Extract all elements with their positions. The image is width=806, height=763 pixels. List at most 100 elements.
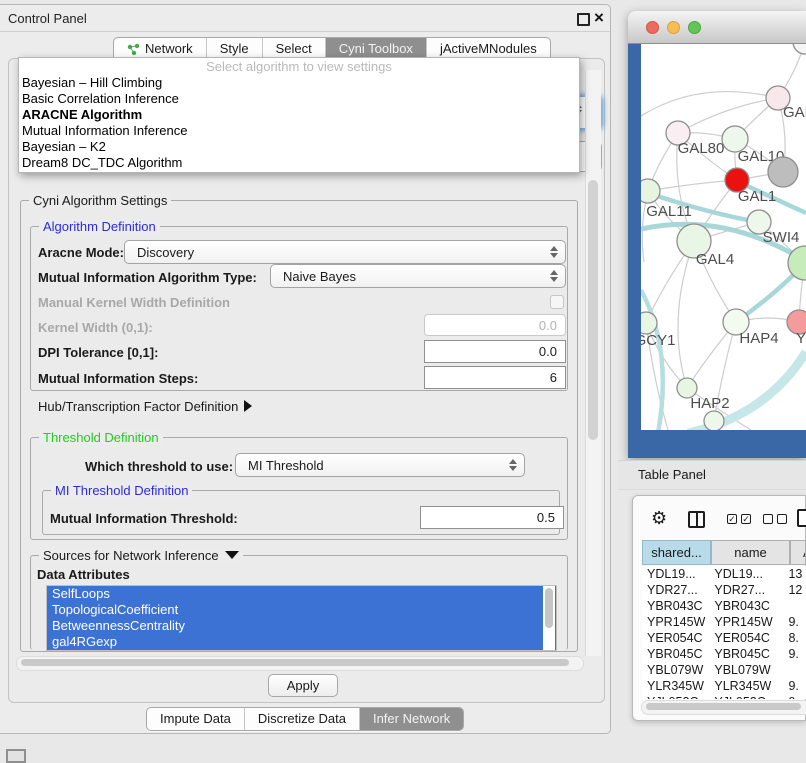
- column-header-next[interactable]: A: [790, 540, 806, 565]
- network-edge[interactable]: [641, 92, 778, 116]
- node-label: SWI4: [763, 229, 800, 246]
- table-cell: 12: [786, 582, 806, 598]
- apply-button[interactable]: Apply: [268, 674, 338, 697]
- table-cell: [786, 598, 806, 614]
- tab-infer-network[interactable]: Infer Network: [359, 708, 463, 730]
- gear-icon[interactable]: ⚙: [651, 508, 667, 529]
- network-edge[interactable]: [648, 180, 737, 191]
- float-panel-icon[interactable]: [577, 13, 590, 26]
- column-header-name[interactable]: name: [711, 540, 790, 565]
- scrollbar-thumb[interactable]: [21, 659, 569, 666]
- algorithm-option[interactable]: Basic Correlation Inference: [19, 91, 579, 107]
- table-row[interactable]: YDR27...YDR27...12: [642, 582, 806, 598]
- node-label: GCY1: [641, 332, 675, 349]
- hub-definition-toggle[interactable]: Hub/Transcription Factor Definition: [38, 399, 252, 414]
- mi-steps-label: Mutual Information Steps:: [38, 371, 198, 386]
- network-node-gcy1[interactable]: [641, 312, 657, 334]
- node-label: GAL1: [738, 188, 776, 205]
- algorithm-definition-title: Algorithm Definition: [39, 219, 160, 234]
- table-cell: 9.: [786, 694, 806, 699]
- table-row[interactable]: YDL19...YDL19...13: [642, 566, 806, 582]
- deselect-all-checkbox-icon[interactable]: [777, 514, 787, 524]
- which-threshold-value: MI Threshold: [248, 458, 324, 473]
- node-label: HAP2: [690, 395, 729, 412]
- table-row[interactable]: YBR045CYBR045C9.: [642, 646, 806, 662]
- network-node-gal11[interactable]: [641, 179, 660, 203]
- minimize-window-icon[interactable]: [667, 21, 680, 34]
- attribute-item[interactable]: BetweennessCentrality: [47, 618, 556, 634]
- mi-steps-field[interactable]: 6: [424, 366, 566, 389]
- table-row[interactable]: YBR043CYBR043C: [642, 598, 806, 614]
- close-panel-icon[interactable]: ×: [594, 8, 604, 28]
- network-icon: [127, 43, 140, 56]
- attribute-item[interactable]: gal4RGexp: [47, 634, 556, 650]
- attribute-item[interactable]: TopologicalCoefficient: [47, 602, 556, 618]
- network-canvas[interactable]: GALGAL80GAL10GAL1GAL11SWI4GAL4GCY1HAP4YH…: [641, 44, 806, 430]
- settings-vertical-scrollbar[interactable]: [585, 70, 601, 656]
- network-node[interactable]: [704, 411, 724, 430]
- node-label: Y: [796, 330, 806, 347]
- spinner-up-icon: [509, 459, 517, 464]
- manual-kernel-label: Manual Kernel Width Definition: [38, 295, 230, 310]
- table-cell: [786, 662, 806, 678]
- select-all-checkbox-icon[interactable]: ✓: [727, 514, 737, 524]
- table-cell: YDR27...: [642, 582, 709, 598]
- dpi-tolerance-field[interactable]: 0.0: [424, 340, 566, 363]
- kernel-width-field[interactable]: 0.0: [424, 314, 566, 336]
- table-horizontal-scrollbar[interactable]: [641, 700, 806, 715]
- sources-toggle[interactable]: Sources for Network Inference: [39, 548, 243, 563]
- column-header-shared[interactable]: shared...: [642, 540, 711, 565]
- mi-type-combo[interactable]: Naive Bayes: [270, 264, 566, 288]
- table-row[interactable]: YBL079WYBL079W: [642, 662, 806, 678]
- tab-discretize-data[interactable]: Discretize Data: [244, 708, 359, 730]
- close-window-icon[interactable]: [646, 21, 659, 34]
- network-edge[interactable]: [678, 241, 694, 388]
- scrollbar-thumb[interactable]: [545, 588, 553, 628]
- aracne-mode-combo[interactable]: Discovery: [124, 240, 566, 264]
- select-all-checkbox-icon[interactable]: ✓: [741, 514, 751, 524]
- table-body[interactable]: YDL19...YDL19...13YDR27...YDR27...12YBR0…: [642, 566, 806, 699]
- deselect-all-checkbox-icon[interactable]: [763, 514, 773, 524]
- mi-type-value: Naive Bayes: [283, 269, 356, 284]
- export-table-icon[interactable]: [797, 509, 806, 527]
- scrollbar-thumb[interactable]: [588, 180, 598, 440]
- table-cell: 9.: [786, 678, 806, 694]
- attribute-item[interactable]: SelfLoops: [47, 586, 556, 602]
- split-columns-icon[interactable]: [688, 511, 705, 528]
- table-cell: YPR145W: [709, 614, 786, 630]
- network-node[interactable]: [793, 44, 806, 54]
- table-cell: YBL079W: [709, 662, 786, 678]
- data-attributes-list[interactable]: SelfLoopsTopologicalCoefficientBetweenne…: [46, 585, 557, 651]
- spinner-down-icon: [509, 466, 517, 471]
- table-row[interactable]: YJL052CYJL052C9.: [642, 694, 806, 699]
- manual-kernel-checkbox[interactable]: [550, 295, 564, 309]
- algorithm-dropdown-popup: Select algorithm to view settings Bayesi…: [18, 57, 580, 173]
- table-row[interactable]: YER054CYER054C8.: [642, 630, 806, 646]
- table-cell: 13: [786, 566, 806, 582]
- hub-definition-label: Hub/Transcription Factor Definition: [38, 399, 238, 414]
- algorithm-prompt: Select algorithm to view settings: [19, 58, 579, 75]
- table-row[interactable]: YPR145WYPR145W9.: [642, 614, 806, 630]
- tab-impute-data[interactable]: Impute Data: [147, 708, 244, 730]
- node-label: GAL4: [696, 251, 734, 268]
- table-cell: YLR345W: [642, 678, 709, 694]
- network-node[interactable]: [768, 157, 798, 187]
- table-panel-title: Table Panel: [638, 467, 706, 482]
- which-threshold-combo[interactable]: MI Threshold: [235, 453, 525, 477]
- algorithm-option[interactable]: Mutual Information Inference: [19, 123, 579, 139]
- mi-threshold-field[interactable]: 0.5: [420, 506, 564, 529]
- table-cell: YDL19...: [709, 566, 786, 582]
- settings-horizontal-scrollbar[interactable]: [16, 656, 584, 671]
- algorithm-option[interactable]: Dream8 DC_TDC Algorithm: [19, 155, 579, 171]
- algorithm-option[interactable]: Bayesian – Hill Climbing: [19, 75, 579, 91]
- table-row[interactable]: YLR345WYLR345W9.: [642, 678, 806, 694]
- collapsed-panel-icon[interactable]: [6, 749, 26, 763]
- cyni-algorithm-settings-title: Cyni Algorithm Settings: [29, 193, 171, 208]
- zoom-window-icon[interactable]: [688, 21, 701, 34]
- algorithm-option[interactable]: Bayesian – K2: [19, 139, 579, 155]
- table-cell: YLR345W: [709, 678, 786, 694]
- attributes-scrollbar[interactable]: [543, 586, 555, 650]
- algorithm-option[interactable]: ARACNE Algorithm: [19, 107, 579, 123]
- scrollbar-thumb[interactable]: [646, 703, 801, 710]
- table-cell: YJL052C: [709, 694, 786, 699]
